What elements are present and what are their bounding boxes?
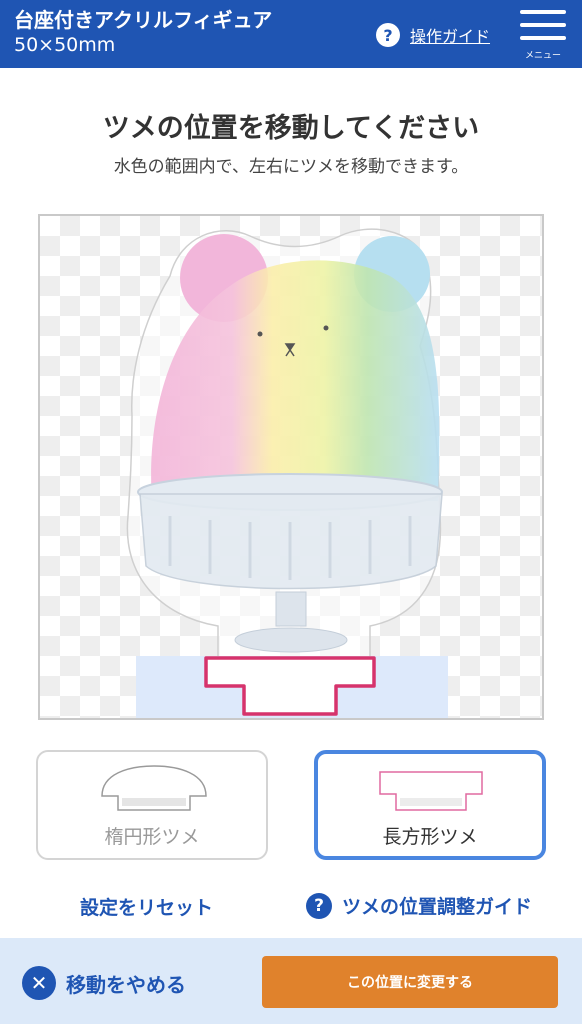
menu-button[interactable]: メニュー bbox=[514, 8, 574, 64]
menu-label: メニュー bbox=[524, 51, 561, 61]
product-title: 台座付きアクリルフィギュア bbox=[14, 8, 273, 32]
app-header: 台座付きアクリルフィギュア 50×50mm ? 操作ガイド メニュー bbox=[0, 0, 582, 68]
figure-preview bbox=[38, 214, 544, 720]
bear-left-eye bbox=[257, 331, 263, 337]
ellipse-tab-option[interactable]: 楕円形ツメ bbox=[36, 750, 268, 860]
close-icon: ✕ bbox=[22, 966, 56, 1000]
help-icon: ? bbox=[306, 892, 332, 919]
bowl-foot bbox=[234, 627, 348, 653]
rectangle-tab-label: 長方形ツメ bbox=[382, 826, 478, 848]
rectangle-tab-option[interactable]: 長方形ツメ bbox=[314, 750, 546, 860]
reset-settings-link[interactable]: 設定をリセット bbox=[80, 893, 213, 920]
page-instruction: 水色の範囲内で、左右にツメを移動できます。 bbox=[113, 157, 469, 177]
rectangle-tab-icon bbox=[379, 771, 483, 811]
tab-position-guide-label: ツメの位置調整ガイド bbox=[342, 896, 533, 918]
tab-position-guide-link[interactable]: ? ツメの位置調整ガイド bbox=[306, 892, 532, 919]
footer-bar: ✕ 移動をやめる この位置に変更する bbox=[0, 938, 582, 1024]
ellipse-tab-icon bbox=[101, 765, 207, 811]
operation-guide-label: 操作ガイド bbox=[410, 27, 491, 46]
product-size: 50×50mm bbox=[14, 34, 116, 56]
page-title: ツメの位置を移動してください bbox=[102, 113, 480, 144]
bowl-stem bbox=[275, 591, 307, 627]
hamburger-icon-bar bbox=[520, 23, 566, 27]
hamburger-icon bbox=[520, 10, 566, 14]
figure-illustration bbox=[126, 228, 448, 718]
cancel-move-label: 移動をやめる bbox=[66, 972, 186, 997]
help-icon: ? bbox=[376, 23, 400, 47]
hamburger-icon-bar bbox=[520, 36, 566, 40]
operation-guide-link[interactable]: ? 操作ガイド bbox=[376, 22, 490, 48]
bear-right-eye bbox=[323, 325, 329, 331]
cancel-move-button[interactable]: ✕ 移動をやめる bbox=[22, 966, 186, 1000]
ellipse-tab-label: 楕円形ツメ bbox=[104, 826, 200, 848]
apply-position-button[interactable]: この位置に変更する bbox=[262, 956, 558, 1008]
